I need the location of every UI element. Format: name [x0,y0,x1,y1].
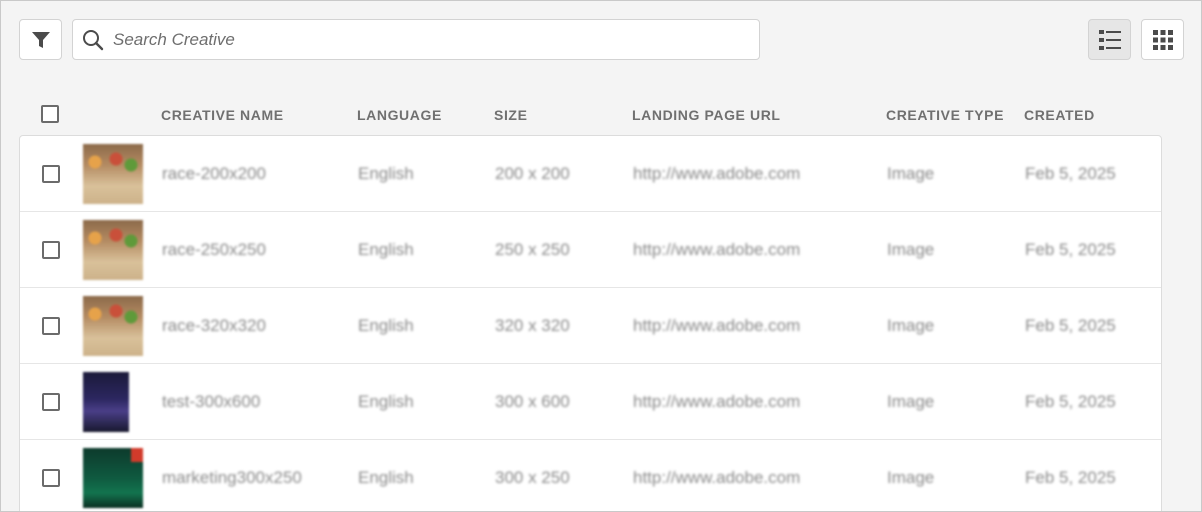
column-header-language[interactable]: LANGUAGE [357,107,442,123]
column-header-creative-name[interactable]: CREATIVE NAME [161,107,284,123]
created-date-cell: Feb 5, 2025 [1025,392,1116,411]
created-date-cell: Feb 5, 2025 [1025,316,1116,335]
creative-name[interactable]: test-300x600 [162,392,260,412]
filter-icon [31,31,50,48]
column-header-size[interactable]: SIZE [494,107,528,123]
creative-type-cell: Image [887,468,935,487]
language-cell: English [358,316,414,335]
table-row[interactable]: race-200x200 English 200 x 200 http://ww… [20,136,1161,212]
row-checkbox[interactable] [42,393,60,411]
row-checkbox[interactable] [42,317,60,335]
size-cell: 250 x 250 [495,240,570,259]
select-all-checkbox[interactable] [41,105,59,123]
column-header-landing-page-url[interactable]: LANDING PAGE URL [632,107,781,123]
size-cell: 300 x 600 [495,392,570,411]
landing-page-url-cell[interactable]: http://www.adobe.com [633,316,800,336]
created-date-cell: Feb 5, 2025 [1025,240,1116,259]
creative-thumbnail [83,372,129,432]
search-icon [73,19,113,60]
landing-page-url-cell[interactable]: http://www.adobe.com [633,240,800,260]
table-header: CREATIVE NAME LANGUAGE SIZE LANDING PAGE… [19,93,1162,135]
creative-type-cell: Image [887,316,935,335]
table-row[interactable]: marketing300x250 English 300 x 250 http:… [20,440,1161,511]
list-view-icon [1098,29,1121,50]
landing-page-url-cell[interactable]: http://www.adobe.com [633,468,800,488]
column-header-creative-type[interactable]: CREATIVE TYPE [886,107,1004,123]
language-cell: English [358,164,414,183]
search-input[interactable] [113,24,733,55]
creative-table-body: race-200x200 English 200 x 200 http://ww… [19,135,1162,511]
search-field[interactable] [72,19,760,60]
creative-name[interactable]: race-320x320 [162,316,266,336]
creative-name[interactable]: race-200x200 [162,164,266,184]
created-date-cell: Feb 5, 2025 [1025,468,1116,487]
table-row[interactable]: test-300x600 English 300 x 600 http://ww… [20,364,1161,440]
creative-thumbnail [83,144,143,204]
size-cell: 300 x 250 [495,468,570,487]
language-cell: English [358,240,414,259]
row-checkbox[interactable] [42,241,60,259]
table-row[interactable]: race-320x320 English 320 x 320 http://ww… [20,288,1161,364]
grid-view-button[interactable] [1141,19,1184,60]
creative-type-cell: Image [887,392,935,411]
row-checkbox[interactable] [42,165,60,183]
landing-page-url-cell[interactable]: http://www.adobe.com [633,164,800,184]
landing-page-url-cell[interactable]: http://www.adobe.com [633,392,800,412]
grid-view-icon [1152,29,1173,50]
creative-thumbnail [83,448,143,508]
creative-name[interactable]: race-250x250 [162,240,266,260]
row-checkbox[interactable] [42,469,60,487]
creative-type-cell: Image [887,240,935,259]
size-cell: 200 x 200 [495,164,570,183]
creative-thumbnail [83,296,143,356]
language-cell: English [358,392,414,411]
list-view-button[interactable] [1088,19,1131,60]
created-date-cell: Feb 5, 2025 [1025,164,1116,183]
creative-library-panel: CREATIVE NAME LANGUAGE SIZE LANDING PAGE… [0,0,1202,512]
creative-type-cell: Image [887,164,935,183]
creative-name[interactable]: marketing300x250 [162,468,302,488]
filter-button[interactable] [19,19,62,60]
size-cell: 320 x 320 [495,316,570,335]
creative-thumbnail [83,220,143,280]
language-cell: English [358,468,414,487]
column-header-created[interactable]: CREATED [1024,107,1095,123]
table-row[interactable]: race-250x250 English 250 x 250 http://ww… [20,212,1161,288]
